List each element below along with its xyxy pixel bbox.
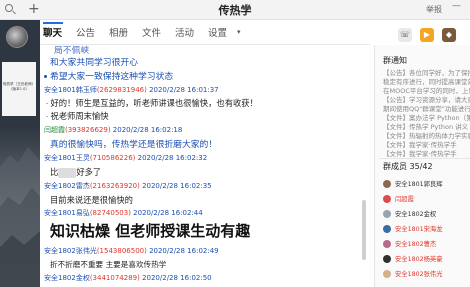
sender-name[interactable]: 安全1801易弘 [44,209,90,217]
conversation-card-label: 传热学（王光老师）（版本1 0） [2,82,36,91]
member-item[interactable]: 安全1802张伟光 [383,269,443,278]
message-header: 安全1802雷杰(2163263920) 2020/2/28 16:02:35 [44,181,212,191]
notice-title: 群通知 [383,56,407,65]
member-item[interactable]: 闫超霞 [383,194,414,203]
message-header: 闫超霞(393826629) 2020/2/28 16:02:18 [44,125,182,135]
message-time: 2020/2/28 16:02:49 [149,247,219,255]
notice-line[interactable]: 【文件】我学家·传热学手 [383,148,457,158]
divider [379,158,470,159]
bullet-icon [44,75,47,78]
sender-qq[interactable]: (393826629) [65,126,111,134]
group-avatar[interactable] [6,26,28,48]
tab-chat[interactable]: 聊天 [43,25,62,39]
message-header: 安全1801韩玉师(2629831946) 2020/2/28 16:01:37 [44,85,219,95]
member-item[interactable]: 安全1802曹杰 [383,239,436,248]
member-name: 安全1802张伟光 [395,271,443,278]
message-text: 知识枯燥 但老师授课生动有趣 [50,222,251,240]
message-text: · 祝老师周末愉快 [46,111,109,121]
mountain-background [0,147,40,287]
app-icon[interactable]: ◆ [442,28,456,42]
sender-name[interactable]: 安全1801韩玉师 [44,86,97,94]
tab-bar: 聊天 公告 相册 文件 活动 设置 ▾ [40,20,370,45]
sender-name[interactable]: 闫超霞 [44,126,65,134]
message-text: · 好的！师生是互益的，听老师讲课也很愉快，也有收获！ [46,98,258,108]
emoji-image [58,167,77,178]
message-text: 和大家共同学习很开心 [50,58,138,68]
scroll-thumb[interactable] [362,200,366,260]
message-time: 2020/2/28 16:02:35 [142,182,212,190]
chat-panel: 局不佩峡 和大家共同学习很开心 希望大家一致保持这种学习状态 安全1801韩玉师… [40,45,370,287]
avatar [383,225,391,233]
member-name: 闫超霞 [395,196,414,203]
message-time: 2020/2/28 16:02:32 [137,154,208,162]
member-name: 安全1801郭良辉 [395,181,443,188]
sender-qq[interactable]: (2163263920) [90,182,140,190]
sender-name[interactable]: 安全1802张伟光 [44,247,97,255]
member-name: 安全1802杨英豪 [395,256,443,263]
message-text: 目前来说还是很愉快的 [50,195,133,205]
avatar [383,255,391,263]
member-item[interactable]: 安全1802金权 [383,209,436,218]
avatar [383,210,391,218]
tab-album[interactable]: 相册 [109,25,128,39]
members-title: 群成员 35/42 [383,162,433,171]
sender-qq[interactable]: (2629831946) [97,86,147,94]
message-header: 安全1801易弘(82740503) 2020/2/28 16:02:44 [44,208,203,218]
video-icon[interactable]: ▶ [420,28,434,42]
sender-name[interactable]: 安全1802金权 [44,274,90,282]
tab-files[interactable]: 文件 [142,25,161,39]
sender-qq[interactable]: (3441074289) [90,274,140,282]
sender-qq[interactable]: (1543806500) [97,247,147,255]
message-body: 好的！师生是互益的，听老师讲课也很愉快，也有收获！ [50,98,258,108]
member-item[interactable]: 安全1801宋海龙 [383,224,443,233]
avatar [383,195,391,203]
report-link[interactable]: 举报 [426,4,442,15]
avatar [383,270,391,278]
member-name: 安全1801宋海龙 [395,226,443,233]
member-name: 安全1802金权 [395,211,437,218]
tab-activity[interactable]: 活动 [175,25,194,39]
sender-qq[interactable]: (82740503) [90,209,131,217]
message-body: 祝老师周末愉快 [50,111,109,121]
message-header: 安全1802金权(3441074289) 2020/2/28 16:02:50 [44,273,212,283]
member-item[interactable]: 安全1802杨英豪 [383,254,443,263]
conversation-list: 传热学（王光老师）（版本1 0） [0,20,40,287]
group-info-panel: 群通知 【公告】各位同学好，为了保持 稳定有序进行，同时提高课堂效率 在MOOC… [374,45,470,287]
message-time: 2020/2/28 16:02:44 [133,209,203,217]
window-title: 传热学 [218,4,252,17]
window-controls-icon[interactable]: — [452,1,470,19]
sender-name[interactable]: 安全1802雷杰 [44,182,90,190]
tab-announcement[interactable]: 公告 [76,25,95,39]
member-name: 安全1802曹杰 [395,241,437,248]
avatar [383,180,391,188]
message-time: 2020/2/28 16:02:18 [112,126,183,134]
conversation-card[interactable]: 传热学（王光老师）（版本1 0） [2,62,36,116]
message-text: 希望大家一致保持这种学习状态 [50,72,174,82]
message-text: 折不折磨不重要 主要是喜欢传热学 [50,260,167,269]
message-header: 安全1801王灵(710586226) 2020/2/28 16:02:32 [44,153,207,163]
chevron-down-icon[interactable]: ▾ [237,28,241,36]
sender-qq[interactable]: (710586226) [90,154,136,162]
message-text: 真的很愉快吗，传热学还是很折磨大家的！ [50,140,218,150]
avatar [383,240,391,248]
tab-settings[interactable]: 设置 [208,25,227,39]
message-time: 2020/2/28 16:02:50 [142,274,212,282]
message-header: 安全1802张伟光(1543806500) 2020/2/28 16:02:49 [44,246,219,256]
message-text: 比好多了 [50,167,102,178]
member-item[interactable]: 安全1801郭良辉 [383,179,443,188]
sender-name[interactable]: 安全1801王灵 [44,154,90,162]
phone-icon[interactable]: ☏ [398,28,412,42]
chat-scrollbar[interactable] [362,50,367,280]
title-bar: + 传热学 ✎ 举报 — [0,0,470,20]
message-time: 2020/2/28 16:01:37 [149,86,219,94]
pencil-icon[interactable]: ✎ [244,3,252,14]
active-tab-indicator [43,22,63,24]
